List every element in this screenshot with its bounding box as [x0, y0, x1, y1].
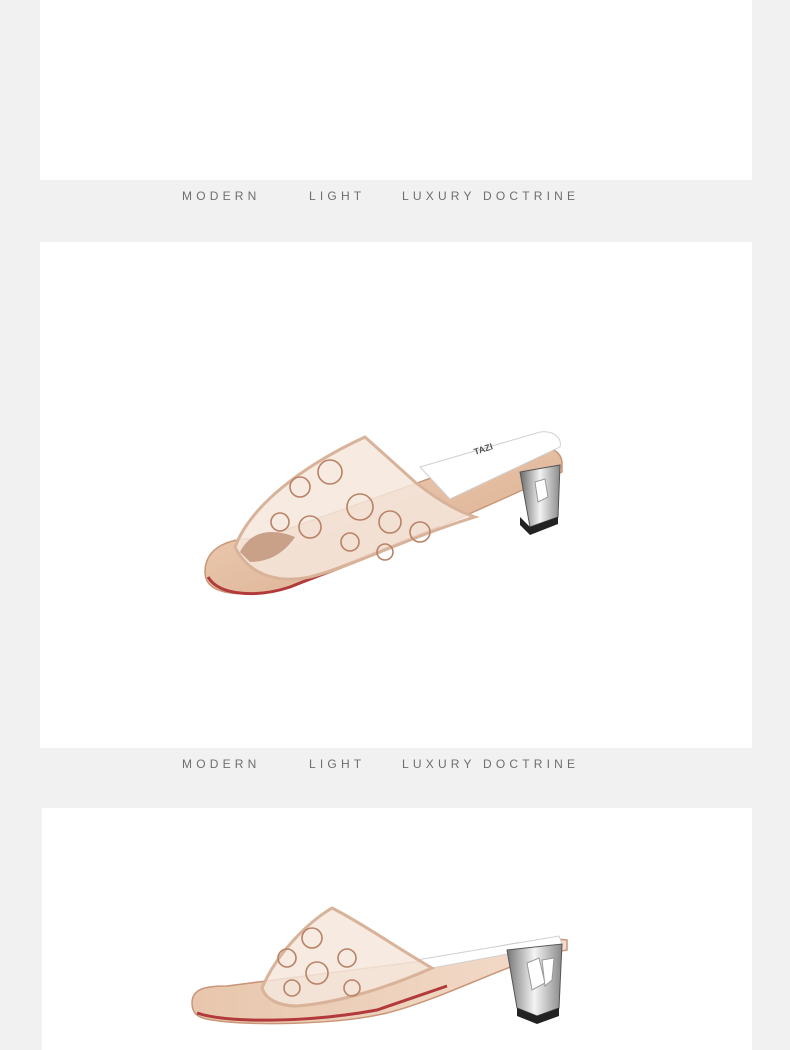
caption-modern-light-luxury-doctrine: MODERN LIGHT LUXURY DOCTRINE — [0, 189, 790, 209]
caption-word-light: LIGHT — [309, 757, 366, 771]
caption-modern-light-luxury-doctrine: MODERN LIGHT LUXURY DOCTRINE — [0, 757, 790, 777]
caption-word-modern: MODERN — [182, 757, 261, 771]
caption-word-luxury-doctrine: LUXURY DOCTRINE — [402, 757, 580, 771]
caption-word-light: LIGHT — [309, 189, 366, 203]
product-image-panel-top — [40, 0, 752, 180]
caption-word-modern: MODERN — [182, 189, 261, 203]
product-image-panel-middle: TAZI — [40, 242, 752, 748]
caption-word-luxury-doctrine: LUXURY DOCTRINE — [402, 189, 580, 203]
sandal-three-quarter-image: TAZI — [204, 431, 563, 596]
product-image-panel-bottom — [42, 808, 752, 1050]
sandal-side-view-image — [191, 906, 568, 1025]
